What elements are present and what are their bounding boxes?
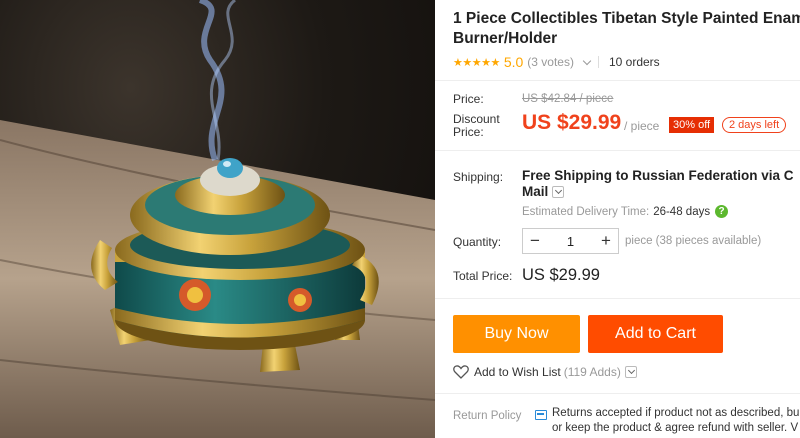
product-info-panel: 1 Piece Collectibles Tibetan Style Paint… xyxy=(435,0,800,438)
wishlist-label: Add to Wish List xyxy=(474,365,561,379)
wishlist-adds-count: (119 Adds) xyxy=(563,365,621,379)
rating-score: 5.0 xyxy=(503,54,524,70)
current-price: US $29.99 xyxy=(522,111,622,134)
quantity-increase-button[interactable]: + xyxy=(594,229,618,253)
return-policy-line2: or keep the product & agree refund with … xyxy=(552,422,799,434)
divider xyxy=(435,150,800,151)
chevron-down-icon[interactable] xyxy=(582,56,592,65)
orders-count: 10 orders xyxy=(608,55,660,69)
quantity-input[interactable]: 1 xyxy=(547,234,594,249)
quantity-label: Quantity: xyxy=(453,235,502,249)
buy-now-button[interactable]: Buy Now xyxy=(453,315,580,353)
product-photo[interactable] xyxy=(0,0,435,438)
days-left-badge: 2 days left xyxy=(722,117,787,133)
delivery-label: Estimated Delivery Time: xyxy=(522,205,650,218)
shipping-label: Shipping: xyxy=(453,170,504,184)
return-policy-line1: Returns accepted if product not as descr… xyxy=(552,407,800,419)
shipping-method-line1: Free Shipping to Russian Federation via … xyxy=(522,168,794,183)
shipping-method[interactable]: Free Shipping to Russian Federation via … xyxy=(522,168,800,200)
total-price-value: US $29.99 xyxy=(522,266,600,284)
return-policy-text: Returns accepted if product not as descr… xyxy=(552,406,800,436)
divider xyxy=(597,56,599,68)
price-label: Price: xyxy=(453,92,484,106)
help-icon[interactable]: ? xyxy=(715,205,729,218)
return-policy-label: Return Policy xyxy=(453,410,522,422)
product-title-line1: 1 Piece Collectibles Tibetan Style Paint… xyxy=(453,10,800,27)
quantity-available: piece (38 pieces available) xyxy=(625,235,762,247)
rating-row: ★★★★★ 5.0 (3 votes) 10 orders xyxy=(453,53,660,71)
shipping-dropdown-icon[interactable] xyxy=(552,186,565,198)
wishlist-dropdown-icon[interactable] xyxy=(624,366,637,378)
rating-votes[interactable]: (3 votes) xyxy=(527,55,574,69)
delivery-estimate: Estimated Delivery Time: 26-48 days ? xyxy=(522,205,729,218)
product-title: 1 Piece Collectibles Tibetan Style Paint… xyxy=(453,9,800,49)
divider xyxy=(435,393,800,394)
add-to-cart-button[interactable]: Add to Cart xyxy=(588,315,723,353)
heart-icon xyxy=(453,365,469,379)
censer-photo-icon xyxy=(0,0,435,438)
product-title-line2: Burner/Holder xyxy=(453,30,558,47)
total-price-label: Total Price: xyxy=(453,269,513,283)
star-rating-icon: ★★★★★ xyxy=(453,56,500,69)
price-box: Price: US $42.84 / piece Discount Price:… xyxy=(435,81,800,150)
add-to-wishlist[interactable]: Add to Wish List (119 Adds) xyxy=(453,365,637,379)
return-policy-icon xyxy=(535,410,547,420)
price-unit: / piece xyxy=(624,119,660,133)
delivery-days: 26-48 days xyxy=(653,205,711,218)
original-price: US $42.84 / piece xyxy=(522,93,614,105)
divider xyxy=(435,298,800,299)
quantity-stepper: − 1 + xyxy=(522,228,619,254)
discount-badge: 30% off xyxy=(669,117,715,133)
product-page: 1 Piece Collectibles Tibetan Style Paint… xyxy=(0,0,800,438)
discount-price-label: Discount Price: xyxy=(453,113,500,139)
shipping-method-line2: Mail xyxy=(522,184,549,199)
discount-label-line1: Discount xyxy=(453,112,500,126)
discount-label-line2: Price: xyxy=(453,125,484,139)
quantity-decrease-button[interactable]: − xyxy=(523,229,547,253)
